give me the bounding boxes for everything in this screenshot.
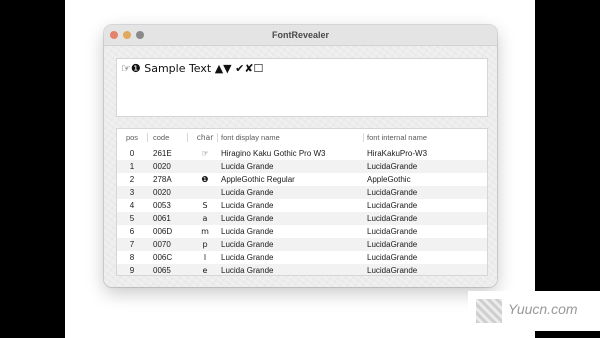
cell-font-internal-name: LucidaGrande [367, 266, 418, 275]
cell-pos: 1 [129, 162, 135, 171]
table-row[interactable]: 6 006D m Lucida Grande LucidaGrande [117, 225, 487, 238]
table-row[interactable]: 4 0053 S Lucida Grande LucidaGrande [117, 199, 487, 212]
cell-pos: 9 [129, 266, 135, 275]
cell-pos: 4 [129, 201, 135, 210]
cell-font-internal-name: HiraKakuPro-W3 [367, 149, 428, 158]
cell-font-internal-name: AppleGothic [367, 175, 411, 184]
cell-code: 0020 [153, 188, 171, 197]
cell-font-display-name: Lucida Grande [221, 201, 274, 210]
cell-font-internal-name: LucidaGrande [367, 240, 418, 249]
cell-font-internal-name: LucidaGrande [367, 227, 418, 236]
column-header-pos[interactable]: pos [121, 131, 143, 144]
cell-font-internal-name: LucidaGrande [367, 253, 418, 262]
cell-char: e [202, 266, 208, 275]
cell-code: 006D [153, 227, 173, 236]
table-row[interactable]: 5 0061 a Lucida Grande LucidaGrande [117, 212, 487, 225]
cell-pos: 8 [129, 253, 135, 262]
title-bar[interactable]: FontRevealer [104, 25, 497, 46]
table-row[interactable]: 0 261E ☞ Hiragino Kaku Gothic Pro W3 Hir… [117, 147, 487, 160]
column-header-font-display-name[interactable]: font display name [221, 131, 361, 144]
glyph-table: pos code char font display name font int… [116, 128, 488, 276]
cell-font-display-name: Lucida Grande [221, 266, 274, 275]
column-header-code[interactable]: code [153, 131, 187, 144]
table-row[interactable]: 9 0065 e Lucida Grande LucidaGrande [117, 264, 487, 275]
cell-char: ❶ [201, 175, 209, 184]
cell-code: 0070 [153, 240, 171, 249]
table-header-row: pos code char font display name font int… [117, 131, 487, 144]
watermark-text: Yuucn.com [508, 301, 578, 317]
cell-font-internal-name: LucidaGrande [367, 214, 418, 223]
cell-pos: 2 [129, 175, 135, 184]
watermark-logo-icon [476, 299, 502, 323]
table-row[interactable]: 1 0020 Lucida Grande LucidaGrande [117, 160, 487, 173]
cell-code: 0065 [153, 266, 171, 275]
cell-pos: 7 [129, 240, 135, 249]
cell-font-display-name: Lucida Grande [221, 162, 274, 171]
cell-char [192, 160, 218, 173]
cell-pos: 6 [129, 227, 135, 236]
column-divider[interactable] [363, 133, 364, 142]
cell-char [192, 186, 218, 199]
cell-char: S [202, 201, 208, 210]
cell-font-display-name: Lucida Grande [221, 188, 274, 197]
sample-text-field[interactable]: ☞❶ Sample Text ▲▼ ✔✘☐ [116, 58, 488, 117]
cell-code: 0053 [153, 201, 171, 210]
table-row[interactable]: 2 278A ❶ AppleGothic Regular AppleGothic [117, 173, 487, 186]
column-header-char[interactable]: char [192, 131, 218, 144]
window-title: FontRevealer [271, 30, 330, 40]
cell-char: ☞ [201, 149, 209, 158]
cell-font-display-name: Lucida Grande [221, 240, 274, 249]
cell-code: 278A [153, 175, 172, 184]
cell-font-display-name: AppleGothic Regular [221, 175, 295, 184]
cell-font-internal-name: LucidaGrande [367, 201, 418, 210]
cell-font-internal-name: LucidaGrande [367, 162, 418, 171]
cell-char: l [203, 253, 207, 262]
cell-font-internal-name: LucidaGrande [367, 188, 418, 197]
cell-char: m [201, 227, 209, 236]
column-divider[interactable] [187, 133, 188, 142]
watermark: Yuucn.com [468, 291, 600, 331]
table-row[interactable]: 8 006C l Lucida Grande LucidaGrande [117, 251, 487, 264]
cell-pos: 3 [129, 188, 135, 197]
cell-code: 0020 [153, 162, 171, 171]
column-divider[interactable] [147, 133, 148, 142]
cell-font-display-name: Hiragino Kaku Gothic Pro W3 [221, 149, 326, 158]
cell-font-display-name: Lucida Grande [221, 253, 274, 262]
cell-char: a [202, 214, 208, 223]
cell-pos: 5 [129, 214, 135, 223]
cell-char: p [202, 240, 208, 249]
cell-font-display-name: Lucida Grande [221, 214, 274, 223]
cell-code: 006C [153, 253, 173, 262]
table-row[interactable]: 7 0070 p Lucida Grande LucidaGrande [117, 238, 487, 251]
cell-font-display-name: Lucida Grande [221, 227, 274, 236]
column-header-font-internal-name[interactable]: font internal name [367, 131, 485, 144]
cell-code: 261E [153, 149, 172, 158]
column-divider[interactable] [217, 133, 218, 142]
sample-text-value: ☞❶ Sample Text ▲▼ ✔✘☐ [121, 62, 264, 75]
table-row[interactable]: 3 0020 Lucida Grande LucidaGrande [117, 186, 487, 199]
cell-pos: 0 [129, 149, 135, 158]
cell-code: 0061 [153, 214, 171, 223]
